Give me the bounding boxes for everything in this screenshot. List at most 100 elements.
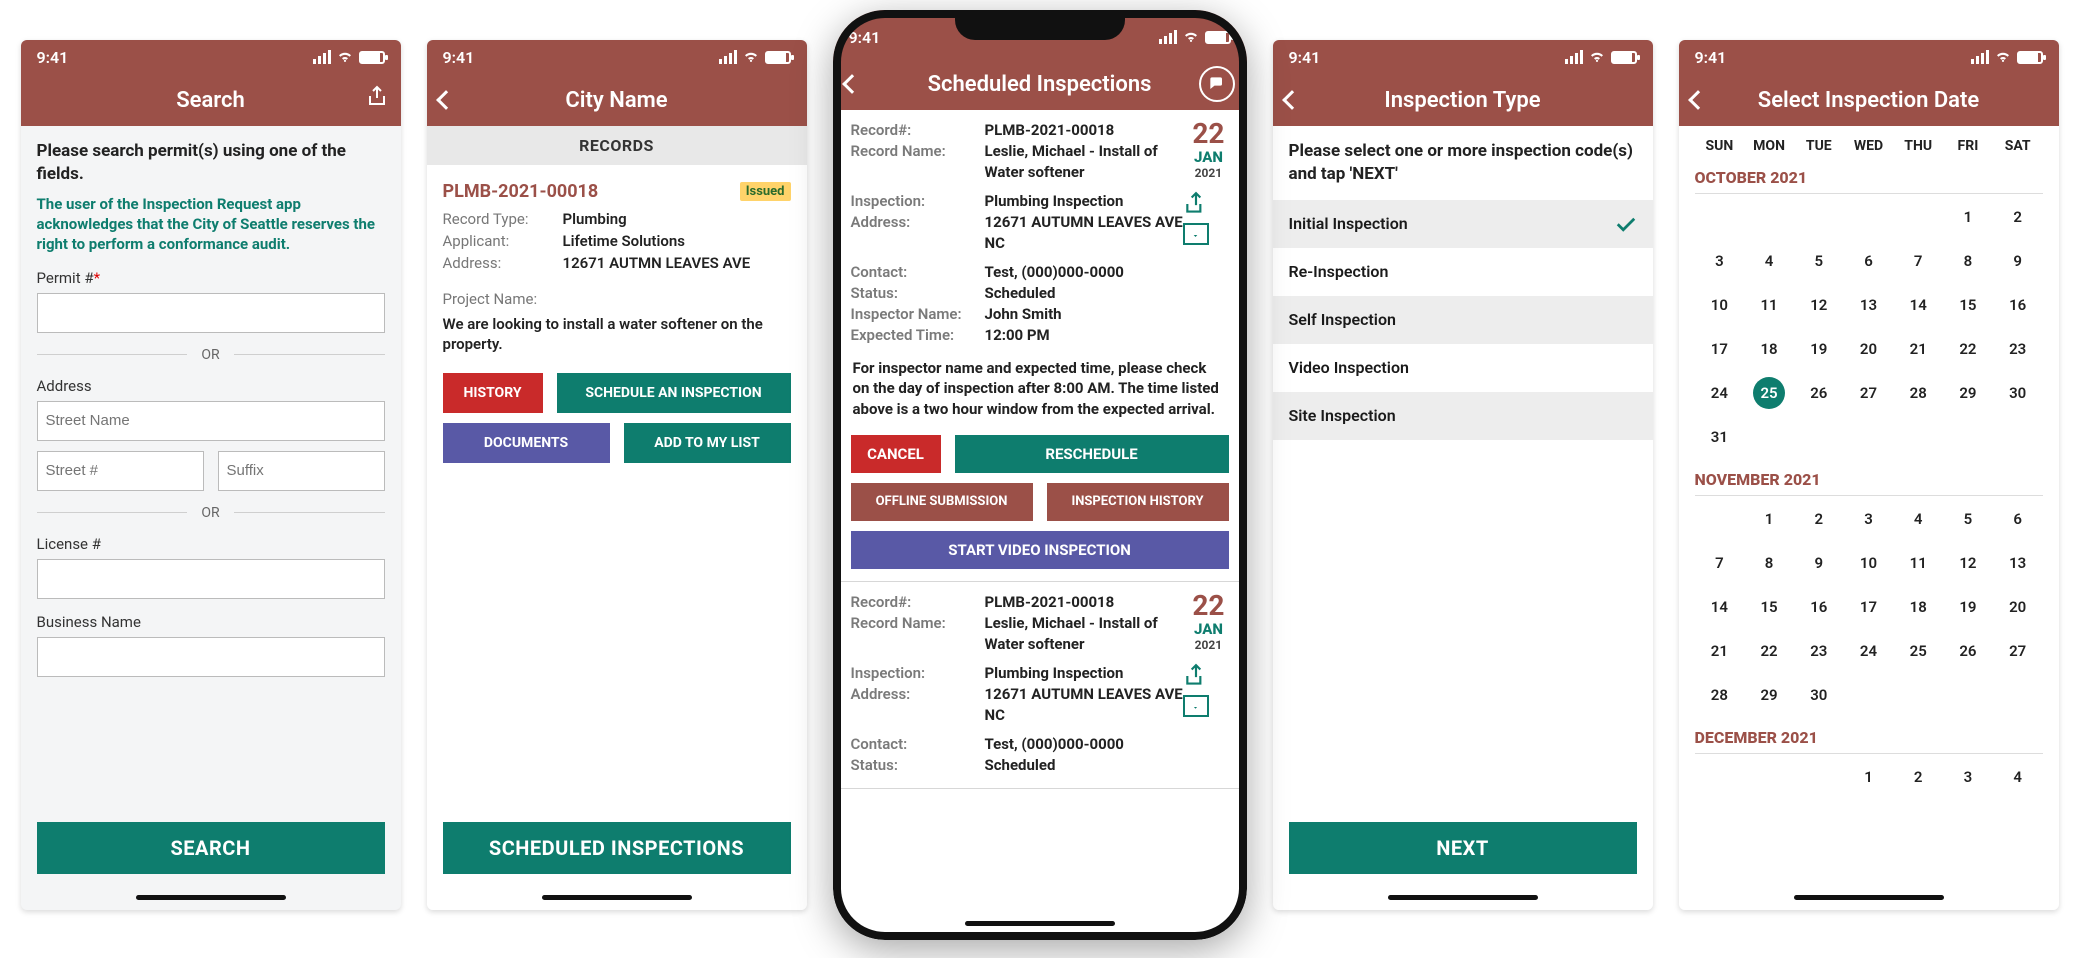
- calendar-day[interactable]: 10: [1844, 544, 1894, 582]
- calendar-day[interactable]: 26: [1943, 632, 1993, 670]
- calendar-day[interactable]: 30: [1794, 676, 1844, 714]
- calendar-day[interactable]: 14: [1893, 286, 1943, 324]
- calendar-day[interactable]: 25: [1744, 374, 1794, 412]
- calendar-day[interactable]: 5: [1943, 500, 1993, 538]
- calendar-day[interactable]: 25: [1893, 632, 1943, 670]
- offline-submission-button[interactable]: OFFLINE SUBMISSION: [851, 483, 1033, 521]
- back-button[interactable]: [845, 77, 859, 91]
- calendar-day[interactable]: 2: [1893, 758, 1943, 796]
- share-button[interactable]: [365, 85, 389, 115]
- calendar-day[interactable]: 12: [1794, 286, 1844, 324]
- calendar-day[interactable]: 18: [1893, 588, 1943, 626]
- chat-button[interactable]: [1199, 66, 1235, 102]
- suffix-input[interactable]: [218, 451, 385, 491]
- calendar-day[interactable]: 7: [1695, 544, 1745, 582]
- calendar-day[interactable]: 3: [1943, 758, 1993, 796]
- inspection-history-button[interactable]: INSPECTION HISTORY: [1047, 483, 1229, 521]
- share-record-button[interactable]: [1183, 191, 1209, 213]
- search-button[interactable]: SEARCH: [37, 822, 385, 874]
- schedule-inspection-button[interactable]: SCHEDULE AN INSPECTION: [557, 373, 791, 413]
- calendar-day[interactable]: 12: [1943, 544, 1993, 582]
- business-name-input[interactable]: [37, 637, 385, 677]
- inspection-type-item[interactable]: Video Inspection: [1273, 344, 1653, 392]
- inspection-type-item[interactable]: Initial Inspection: [1273, 200, 1653, 248]
- calendar-day[interactable]: 28: [1695, 676, 1745, 714]
- cancel-button[interactable]: CANCEL: [851, 435, 941, 473]
- calendar-day[interactable]: 11: [1744, 286, 1794, 324]
- street-number-input[interactable]: [37, 451, 204, 491]
- calendar-day[interactable]: 20: [1844, 330, 1894, 368]
- calendar-day[interactable]: 7: [1893, 242, 1943, 280]
- cellular-icon: [719, 50, 737, 64]
- calendar-day[interactable]: 2: [1794, 500, 1844, 538]
- back-button[interactable]: [1691, 93, 1705, 107]
- calendar-day[interactable]: 23: [1794, 632, 1844, 670]
- calendar-day[interactable]: 10: [1695, 286, 1745, 324]
- calendar-day[interactable]: 4: [1893, 500, 1943, 538]
- calendar-day[interactable]: 29: [1943, 374, 1993, 412]
- inspection-type-item[interactable]: Site Inspection: [1273, 392, 1653, 440]
- documents-button[interactable]: DOCUMENTS: [443, 423, 610, 463]
- calendar-day[interactable]: 8: [1744, 544, 1794, 582]
- calendar-day[interactable]: 22: [1943, 330, 1993, 368]
- calendar-day[interactable]: 3: [1844, 500, 1894, 538]
- scheduled-inspections-button[interactable]: SCHEDULED INSPECTIONS: [443, 822, 791, 874]
- calendar-day[interactable]: 28: [1893, 374, 1943, 412]
- calendar-day[interactable]: 23: [1993, 330, 2043, 368]
- calendar-day[interactable]: 17: [1844, 588, 1894, 626]
- calendar-day[interactable]: 27: [1844, 374, 1894, 412]
- mail-button[interactable]: [1183, 695, 1209, 717]
- calendar-day[interactable]: 13: [1844, 286, 1894, 324]
- calendar-day[interactable]: 3: [1695, 242, 1745, 280]
- calendar-day[interactable]: 18: [1744, 330, 1794, 368]
- calendar-day[interactable]: 1: [1943, 198, 1993, 236]
- calendar-day[interactable]: 8: [1943, 242, 1993, 280]
- next-button[interactable]: NEXT: [1289, 822, 1637, 874]
- calendar-day[interactable]: 6: [1844, 242, 1894, 280]
- calendar-day[interactable]: 1: [1844, 758, 1894, 796]
- calendar-day[interactable]: 22: [1744, 632, 1794, 670]
- calendar-day[interactable]: 15: [1943, 286, 1993, 324]
- calendar-day[interactable]: 31: [1695, 418, 1745, 456]
- calendar-day[interactable]: 21: [1893, 330, 1943, 368]
- calendar-day[interactable]: 5: [1794, 242, 1844, 280]
- calendar-day[interactable]: 26: [1794, 374, 1844, 412]
- calendar-day[interactable]: 30: [1993, 374, 2043, 412]
- calendar-day[interactable]: 27: [1993, 632, 2043, 670]
- calendar-day[interactable]: 9: [1993, 242, 2043, 280]
- calendar-day[interactable]: 14: [1695, 588, 1745, 626]
- calendar-day[interactable]: 9: [1794, 544, 1844, 582]
- start-video-inspection-button[interactable]: START VIDEO INSPECTION: [851, 531, 1229, 569]
- back-button[interactable]: [439, 93, 453, 107]
- chevron-left-icon: [1688, 90, 1708, 110]
- calendar-day[interactable]: 24: [1695, 374, 1745, 412]
- history-button[interactable]: HISTORY: [443, 373, 543, 413]
- calendar-day[interactable]: 4: [1744, 242, 1794, 280]
- inspection-type-item[interactable]: Re-Inspection: [1273, 248, 1653, 296]
- calendar-day[interactable]: 29: [1744, 676, 1794, 714]
- reschedule-button[interactable]: RESCHEDULE: [955, 435, 1229, 473]
- calendar-day[interactable]: 19: [1794, 330, 1844, 368]
- add-to-list-button[interactable]: ADD TO MY LIST: [624, 423, 791, 463]
- street-name-input[interactable]: [37, 401, 385, 441]
- mail-button[interactable]: [1183, 223, 1209, 245]
- calendar-day[interactable]: 16: [1794, 588, 1844, 626]
- share-record-button[interactable]: [1183, 663, 1209, 685]
- calendar-day[interactable]: 15: [1744, 588, 1794, 626]
- calendar-day[interactable]: 20: [1993, 588, 2043, 626]
- calendar-day[interactable]: 1: [1744, 500, 1794, 538]
- back-button[interactable]: [1285, 93, 1299, 107]
- calendar-day[interactable]: 2: [1993, 198, 2043, 236]
- calendar-day[interactable]: 17: [1695, 330, 1745, 368]
- calendar-day[interactable]: 16: [1993, 286, 2043, 324]
- license-input[interactable]: [37, 559, 385, 599]
- calendar-day[interactable]: 13: [1993, 544, 2043, 582]
- calendar-day[interactable]: 24: [1844, 632, 1894, 670]
- calendar-day[interactable]: 4: [1993, 758, 2043, 796]
- calendar-day[interactable]: 6: [1993, 500, 2043, 538]
- inspection-type-item[interactable]: Self Inspection: [1273, 296, 1653, 344]
- calendar-day[interactable]: 19: [1943, 588, 1993, 626]
- permit-input[interactable]: [37, 293, 385, 333]
- calendar-day[interactable]: 21: [1695, 632, 1745, 670]
- calendar-day[interactable]: 11: [1893, 544, 1943, 582]
